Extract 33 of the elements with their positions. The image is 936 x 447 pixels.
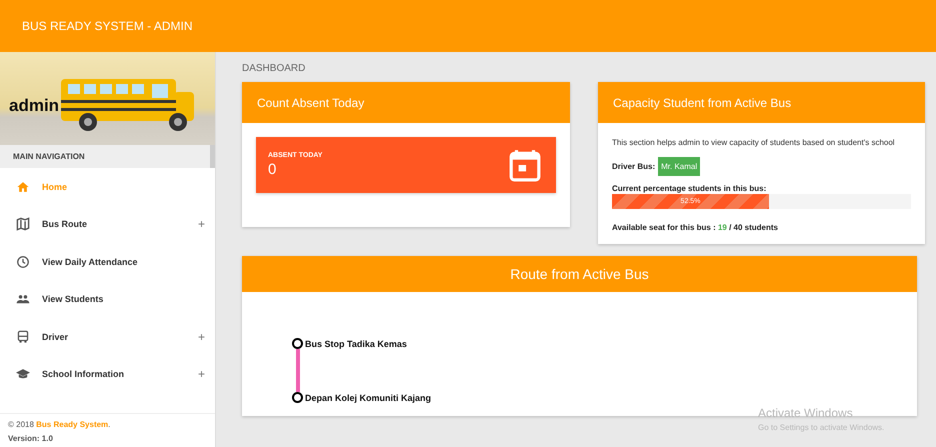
version-text: Version: 1.0 xyxy=(8,434,54,443)
driver-badge: Mr. Kamal xyxy=(658,157,700,176)
stop-marker xyxy=(292,338,303,349)
card-header: Route from Active Bus xyxy=(242,256,917,292)
nav-item[interactable]: View Daily Attendance xyxy=(0,243,215,280)
percentage-label: Current percentage students in this bus: xyxy=(612,184,768,193)
expand-icon: + xyxy=(198,330,205,344)
page-heading: DASHBOARD xyxy=(242,62,306,74)
nav-header: MAIN NAVIGATION xyxy=(0,145,215,168)
nav-item[interactable]: Driver + xyxy=(0,318,215,356)
clock-icon xyxy=(16,254,30,269)
map-icon xyxy=(16,217,30,232)
driver-label: Driver Bus: xyxy=(612,162,656,171)
app-title: BUS READY SYSTEM - ADMIN xyxy=(22,19,192,33)
nav-item[interactable]: View Students xyxy=(0,280,215,318)
seat-text: Available seat for this bus : 19 / 40 students xyxy=(612,223,779,232)
expand-icon: + xyxy=(198,217,205,232)
calendar-icon xyxy=(508,148,542,182)
stop-marker xyxy=(292,392,303,403)
user-name: admin xyxy=(9,96,60,116)
nav-item[interactable]: School Information + xyxy=(0,356,215,393)
tile-value: 0 xyxy=(268,161,278,178)
activation-title: Activate Windows xyxy=(758,406,854,420)
home-icon xyxy=(16,180,30,194)
nav-item[interactable]: Bus Route + xyxy=(0,206,215,243)
description-text: This section helps admin to view capacity of students based on student's school xyxy=(612,137,895,149)
card-header: Count Absent Today xyxy=(242,82,570,123)
card-header: Capacity Student from Active Bus xyxy=(598,82,925,123)
expand-icon: + xyxy=(198,367,205,382)
stop-name: Bus Stop Tadika Kemas xyxy=(305,338,407,348)
copyright-text: © 2018 Bus Ready System. xyxy=(8,420,112,429)
bus-icon xyxy=(16,330,30,344)
stop-name: Depan Kolej Komuniti Kajang xyxy=(305,392,432,402)
